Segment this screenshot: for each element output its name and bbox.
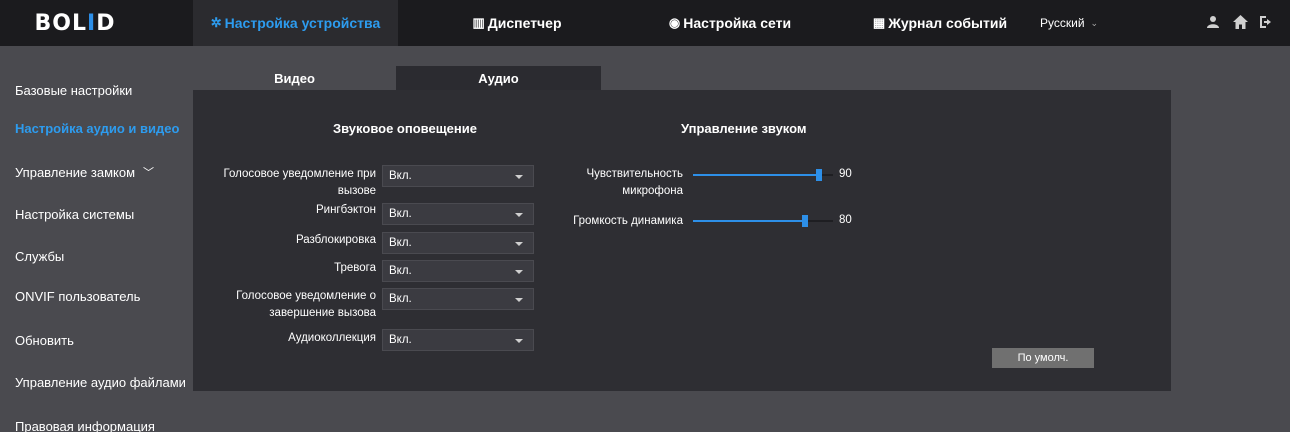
chevron-down-icon [515, 270, 523, 274]
mic-sensitivity-slider[interactable] [693, 169, 833, 181]
default-button-label: По умолч. [1017, 352, 1069, 364]
label-line: Тревога [334, 262, 376, 274]
nav-event-log[interactable]: ▦ Журнал событий [855, 0, 1025, 46]
label-line: Разблокировка [295, 234, 376, 246]
chevron-down-icon [515, 339, 523, 343]
sidebar: Базовые настройки Настройка аудио и виде… [0, 46, 193, 432]
sidebar-item-label: Базовые настройки [15, 82, 133, 98]
sound-alerts-title: Звуковое оповещение [333, 121, 477, 136]
chevron-down-icon [515, 213, 523, 217]
select-value: Вкл. [389, 334, 412, 346]
select-value: Вкл. [389, 170, 412, 182]
language-label: Русский [1040, 16, 1085, 30]
select-value: Вкл. [389, 208, 412, 220]
ringback-select[interactable]: Вкл. [382, 203, 534, 225]
tab-audio[interactable]: Аудио [396, 66, 601, 90]
voice-call-notification-select[interactable]: Вкл. [382, 165, 534, 187]
slider-handle[interactable] [802, 215, 808, 227]
label-line: завершение вызова [269, 307, 376, 319]
label-line: Громкость динамика [573, 215, 683, 227]
top-bar: BOLID ✲ Настройка устройства ▥ Диспетчер… [0, 0, 1290, 46]
unlock-label: Разблокировка [193, 232, 376, 249]
logout-icon[interactable] [1258, 12, 1276, 32]
home-icon[interactable] [1231, 12, 1249, 32]
sidebar-item-audio-video[interactable]: Настройка аудио и видео [0, 108, 193, 148]
slider-fill [693, 174, 819, 176]
chevron-down-icon [515, 175, 523, 179]
sidebar-item-label: Службы [15, 248, 65, 264]
label-line: Чувствительность [586, 168, 683, 180]
select-value: Вкл. [389, 237, 412, 249]
sidebar-item-basic-settings[interactable]: Базовые настройки [0, 70, 193, 110]
mic-sensitivity-value: 90 [839, 168, 852, 180]
nav-dispatcher[interactable]: ▥ Диспетчер [432, 0, 602, 46]
sidebar-item-audio-files[interactable]: Управление аудио файлами [0, 362, 193, 402]
chevron-down-icon [515, 298, 523, 302]
label-line: Рингбэктон [315, 204, 376, 216]
sidebar-item-system-settings[interactable]: Настройка системы [0, 194, 193, 234]
sidebar-item-label: Настройка аудио и видео [15, 120, 180, 136]
alarm-label: Тревога [193, 260, 376, 277]
tab-video[interactable]: Видео [193, 66, 396, 90]
call-end-notification-label: Голосовое уведомление о завершение вызов… [193, 288, 376, 322]
building-icon: ▥ [472, 15, 485, 30]
chevron-down-icon: ⌄ [1090, 17, 1099, 28]
sound-control-title: Управление звуком [681, 121, 807, 136]
logo[interactable]: BOLID [14, 10, 136, 36]
label-line: Голосовое уведомление о [236, 290, 376, 302]
label-line: вызове [337, 185, 376, 197]
sidebar-item-label: ONVIF пользователь [15, 288, 141, 304]
select-value: Вкл. [389, 265, 412, 277]
speaker-volume-label: Громкость динамика [553, 213, 683, 230]
chevron-down-icon: ﹀ [143, 167, 155, 179]
sidebar-item-update[interactable]: Обновить [0, 320, 193, 360]
sidebar-item-label: Настройка системы [15, 206, 135, 222]
sidebar-item-label: Обновить [15, 332, 74, 348]
call-end-notification-select[interactable]: Вкл. [382, 288, 534, 310]
nav-dispatcher-label: Диспетчер [487, 15, 562, 31]
language-select[interactable]: Русский ⌄ [1040, 0, 1140, 46]
ringback-label: Рингбэктон [193, 202, 376, 219]
tab-audio-label: Аудио [478, 70, 519, 86]
log-icon: ▦ [872, 15, 886, 30]
nav-event-log-label: Журнал событий [888, 15, 1008, 31]
sidebar-item-label: Управление замком [15, 164, 136, 180]
mic-sensitivity-label: Чувствительность микрофона [553, 166, 683, 200]
sidebar-item-lock-control[interactable]: Управление замком ﹀ [0, 152, 193, 192]
speaker-volume-value: 80 [839, 214, 852, 226]
gear-icon: ✲ [210, 15, 222, 30]
nav-device-settings[interactable]: ✲ Настройка устройства [193, 0, 398, 46]
nav-device-settings-label: Настройка устройства [224, 15, 381, 31]
nav-network-settings-label: Настройка сети [683, 15, 792, 31]
user-icon[interactable] [1204, 12, 1222, 32]
sidebar-item-label: Управление аудио файлами [15, 374, 186, 390]
audio-collection-label: Аудиоколлекция [193, 330, 376, 347]
slider-handle[interactable] [816, 169, 822, 181]
sidebar-item-legal-info[interactable]: Правовая информация [0, 406, 193, 432]
nav-network-settings[interactable]: ◉ Настройка сети [640, 0, 820, 46]
sidebar-item-label: Правовая информация [15, 418, 155, 432]
default-button[interactable]: По умолч. [992, 348, 1094, 368]
label-line: Голосовое уведомление при [223, 168, 376, 180]
unlock-select[interactable]: Вкл. [382, 232, 534, 254]
audio-collection-select[interactable]: Вкл. [382, 329, 534, 351]
select-value: Вкл. [389, 293, 412, 305]
label-line: микрофона [622, 185, 683, 197]
chevron-down-icon [515, 242, 523, 246]
tab-video-label: Видео [274, 70, 315, 86]
voice-call-notification-label: Голосовое уведомление при вызове [193, 166, 376, 200]
sidebar-item-services[interactable]: Службы [0, 236, 193, 276]
logo-text: BOLID [34, 10, 116, 36]
audio-settings-panel: Звуковое оповещение Управление звуком Го… [193, 90, 1171, 391]
alarm-select[interactable]: Вкл. [382, 260, 534, 282]
sidebar-item-onvif-user[interactable]: ONVIF пользователь [0, 276, 193, 316]
slider-fill [693, 220, 805, 222]
label-line: Аудиоколлекция [288, 332, 376, 344]
speaker-volume-slider[interactable] [693, 215, 833, 227]
globe-icon: ◉ [668, 15, 681, 30]
